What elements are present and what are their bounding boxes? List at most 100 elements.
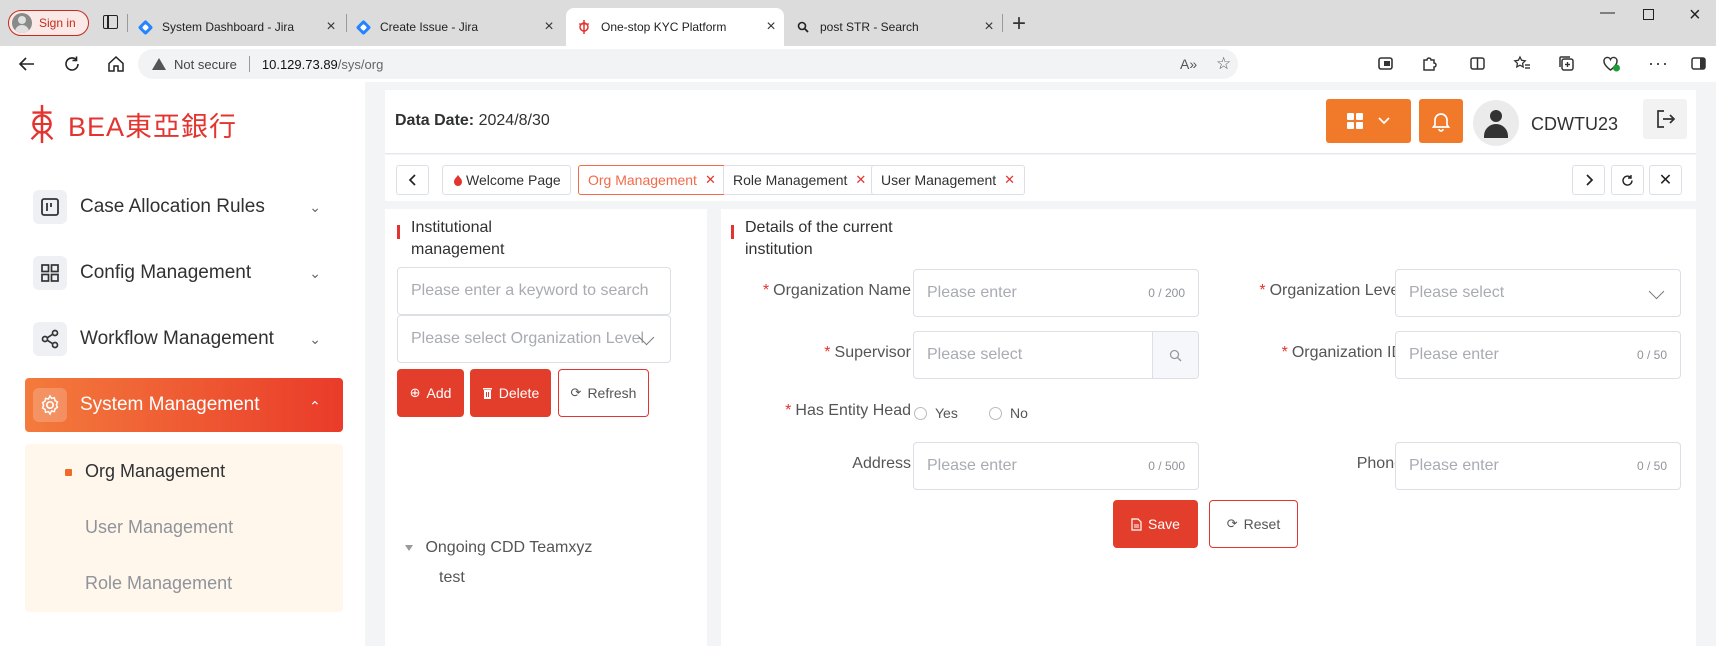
address-label: Address xyxy=(731,455,911,473)
submenu-item-user-management[interactable]: User Management xyxy=(85,517,233,538)
org-level-field-select[interactable]: Please select xyxy=(1395,269,1681,317)
split-screen-icon[interactable] xyxy=(1469,46,1486,80)
data-date-value: 2024/8/30 xyxy=(478,112,550,129)
reset-button[interactable]: ⟳ Reset xyxy=(1209,500,1298,548)
chevron-left-icon xyxy=(408,174,416,186)
entity-head-yes-radio[interactable]: Yes xyxy=(914,405,958,421)
placeholder: Please enter xyxy=(927,284,1017,301)
tag-role-management[interactable]: Role Management ✕ xyxy=(723,165,877,195)
search-icon xyxy=(1169,349,1182,361)
caret-down-icon[interactable] xyxy=(405,544,413,551)
tags-refresh-button[interactable] xyxy=(1611,165,1644,195)
gear-icon xyxy=(33,388,67,422)
browser-tab[interactable]: Create Issue - Jira × xyxy=(355,8,556,46)
org-id-input[interactable]: Please enter 0 / 50 xyxy=(1395,331,1681,379)
phone-input[interactable]: Please enter 0 / 50 xyxy=(1395,442,1681,490)
home-icon[interactable] xyxy=(107,46,125,82)
menu-case-allocation-rules[interactable]: Case Allocation Rules ⌄ xyxy=(25,180,343,234)
grid-icon xyxy=(33,256,67,290)
collections-icon[interactable] xyxy=(1558,46,1575,80)
submenu-label: Org Management xyxy=(85,461,226,481)
browser-essentials-icon[interactable] xyxy=(1602,46,1621,80)
tag-label: Org Management xyxy=(588,172,697,188)
jira-icon xyxy=(137,19,153,35)
browser-tab[interactable]: post STR - Search × xyxy=(796,8,996,46)
url-field[interactable]: Not secure 10.129.73.89/sys/org A» ☆ xyxy=(138,49,1238,79)
entity-head-label: * Has Entity Head xyxy=(785,402,911,419)
label-text: Organization Level xyxy=(1269,282,1403,299)
tab-actions-icon[interactable] xyxy=(103,15,118,29)
url-path: /sys/org xyxy=(337,56,384,72)
tree-node[interactable]: Ongoing CDD Teamxyz xyxy=(405,539,592,557)
data-date-label: Data Date: xyxy=(395,112,475,129)
add-button[interactable]: ⊕ Add xyxy=(397,369,464,417)
org-level-label: * Organization Level xyxy=(1259,282,1403,299)
delete-button[interactable]: Delete xyxy=(470,369,551,417)
close-icon[interactable]: × xyxy=(982,18,996,36)
close-icon[interactable]: ✕ xyxy=(1004,172,1015,188)
extension-icon[interactable] xyxy=(1377,46,1394,80)
back-icon[interactable] xyxy=(18,46,36,82)
supervisor-input[interactable]: Please select xyxy=(913,331,1199,379)
browser-tab-title: Create Issue - Jira xyxy=(380,20,479,34)
chevron-down-icon: ⌄ xyxy=(309,198,321,215)
tags-scroll-right-button[interactable] xyxy=(1572,165,1605,195)
close-icon[interactable]: × xyxy=(764,18,778,36)
favorite-star-icon[interactable]: ☆ xyxy=(1216,54,1231,74)
tags-scroll-left-button[interactable] xyxy=(396,165,429,195)
username: CDWTU23 xyxy=(1531,114,1619,134)
menu-system-management[interactable]: System Management ⌄ xyxy=(25,378,343,432)
window-close-icon[interactable]: × xyxy=(1689,4,1701,27)
placeholder: Please enter xyxy=(1409,346,1499,363)
favorites-icon[interactable] xyxy=(1513,46,1531,80)
minimize-icon[interactable]: — xyxy=(1600,4,1615,21)
submenu-item-role-management[interactable]: Role Management xyxy=(85,573,232,594)
tree-node-child[interactable]: test xyxy=(439,569,465,587)
more-icon[interactable]: ··· xyxy=(1648,46,1669,80)
bea-icon xyxy=(577,20,591,34)
address-input[interactable]: Please enter 0 / 500 xyxy=(913,442,1199,490)
tag-welcome-page[interactable]: Welcome Page xyxy=(442,165,571,195)
document-icon xyxy=(1131,517,1142,531)
radio-circle-icon xyxy=(914,406,927,420)
tag-user-management[interactable]: User Management ✕ xyxy=(871,165,1026,195)
close-icon[interactable]: ✕ xyxy=(705,172,716,188)
browser-tab-active[interactable]: One-stop KYC Platform × xyxy=(566,8,784,46)
reload-icon[interactable] xyxy=(63,46,81,82)
read-aloud-icon[interactable]: A» xyxy=(1180,56,1197,72)
trash-icon xyxy=(482,388,492,399)
submenu-item-org-management[interactable]: Org Management xyxy=(65,461,226,482)
menu-workflow-management[interactable]: Workflow Management ⌄ xyxy=(25,312,343,366)
tags-close-all-button[interactable]: ✕ xyxy=(1649,165,1682,195)
entity-head-no-radio[interactable]: No xyxy=(989,405,1028,421)
tag-org-management[interactable]: Org Management ✕ xyxy=(578,165,726,195)
menu-config-management[interactable]: Config Management ⌄ xyxy=(25,246,343,300)
org-search-input[interactable]: Please enter a keyword to search xyxy=(397,267,671,315)
refresh-button[interactable]: ⟳ Refresh xyxy=(558,369,649,417)
save-button[interactable]: Save xyxy=(1113,500,1198,548)
apps-menu-button[interactable] xyxy=(1326,99,1411,143)
panel-title-line: Institutional xyxy=(411,219,492,236)
signin-button[interactable]: Sign in xyxy=(8,10,89,36)
radio-circle-icon xyxy=(989,406,1002,420)
maximize-icon[interactable] xyxy=(1643,7,1654,24)
close-icon[interactable]: × xyxy=(542,18,556,36)
user-avatar[interactable] xyxy=(1473,100,1519,146)
url-divider xyxy=(248,56,250,72)
sidebar: BEA東亞銀行 Case Allocation Rules ⌄ Config M… xyxy=(0,82,365,646)
tag-label: Role Management xyxy=(733,172,848,188)
label-text: Organization ID xyxy=(1291,344,1403,361)
close-icon[interactable]: × xyxy=(324,18,338,36)
org-name-input[interactable]: Please enter 0 / 200 xyxy=(913,269,1199,317)
browser-tab[interactable]: System Dashboard - Jira × xyxy=(137,8,338,46)
tree-node-label: Ongoing CDD Teamxyz xyxy=(425,539,593,556)
puzzle-icon[interactable] xyxy=(1421,46,1438,80)
submenu-label: Role Management xyxy=(85,573,233,593)
close-icon: ✕ xyxy=(1658,172,1673,189)
notifications-button[interactable] xyxy=(1419,99,1463,143)
close-icon[interactable]: ✕ xyxy=(855,172,866,188)
new-tab-button[interactable]: + xyxy=(1012,10,1026,38)
sidebar-toggle-icon[interactable] xyxy=(1690,46,1707,80)
org-level-select[interactable]: Please select Organization Level xyxy=(397,315,671,363)
logout-button[interactable] xyxy=(1643,99,1687,139)
